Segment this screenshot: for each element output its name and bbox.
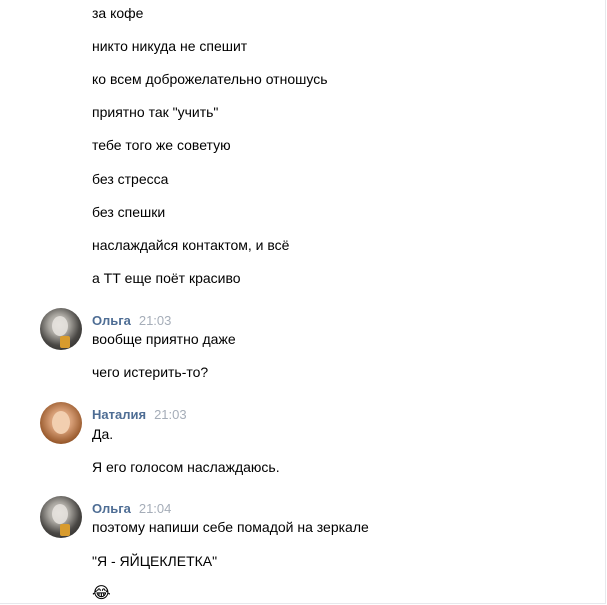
message-text: чего истерить-то? (92, 364, 209, 380)
chat-history: за кофе никто никуда не спешит ко всем д… (0, 0, 606, 604)
avatar-olga-icon[interactable] (40, 308, 82, 350)
message-text: Я его голосом наслаждаюсь. (92, 459, 280, 475)
avatar-natalia-icon[interactable] (40, 402, 82, 444)
message-text: вообще приятно даже (92, 331, 236, 347)
message-text: наслаждайся контактом, и всё (92, 237, 290, 253)
message-time[interactable]: 21:04 (139, 501, 172, 516)
message-text: никто никуда не спешит (92, 38, 248, 54)
message-header: Наталия 21:03 (92, 406, 187, 424)
message-text: поэтому напиши себе помадой на зеркале (92, 519, 369, 535)
message-text: Да. (92, 426, 114, 442)
message-header: Ольга 21:03 (92, 312, 171, 330)
message-text: тебе того же советую (92, 137, 231, 153)
message-text: без стресса (92, 171, 169, 187)
message-header: Ольга 21:04 (92, 500, 171, 518)
laughing-tears-emoji-icon: 😂 (92, 585, 111, 602)
message-text: а ТТ еще поёт красиво (92, 270, 241, 286)
avatar-olga-icon[interactable] (40, 496, 82, 538)
author-name[interactable]: Ольга (92, 501, 131, 516)
author-name[interactable]: Ольга (92, 313, 131, 328)
message-time[interactable]: 21:03 (154, 407, 187, 422)
message-time[interactable]: 21:03 (139, 313, 172, 328)
message-text: за кофе (92, 5, 144, 21)
message-text: без спешки (92, 204, 166, 220)
message-text: приятно так "учить" (92, 104, 219, 120)
author-name[interactable]: Наталия (92, 407, 146, 422)
message-text: "Я - ЯЙЦЕКЛЕТКА" (92, 553, 218, 569)
message-text: ко всем доброжелательно отношусь (92, 71, 328, 87)
